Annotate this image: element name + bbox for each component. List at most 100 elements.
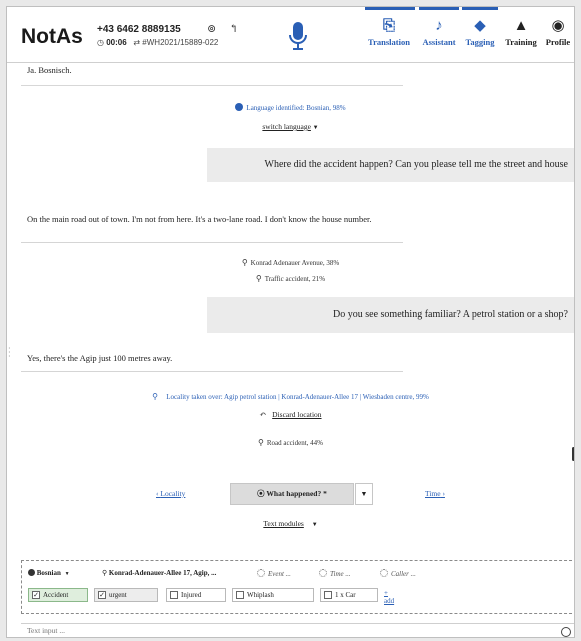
tag-icon: ◆ — [474, 18, 486, 34]
checkbox-icon — [324, 591, 332, 599]
undo-icon: ↶ — [259, 410, 267, 419]
switch-language-link[interactable]: switch language ▼ — [7, 122, 574, 131]
loading-icon — [380, 569, 388, 577]
tab-training[interactable]: ▲ Training — [501, 15, 541, 59]
training-icon: ▲ — [513, 18, 529, 34]
tab-profile-label: Profile — [545, 37, 571, 47]
conversation-panel[interactable]: Ja. Bosnisch. Language identified: Bosni… — [7, 64, 574, 464]
address-value: Konrad-Adenauer-Allee 17, Agip, ... — [108, 569, 217, 577]
translation-icon: ⎘ — [382, 18, 395, 34]
text-input-field[interactable] — [27, 626, 527, 635]
tab-tagging-label: Tagging — [465, 37, 495, 47]
tag-chip-urgent[interactable]: ✓ urgent — [94, 588, 158, 602]
record-icon[interactable]: ⊚ — [207, 23, 216, 35]
transfer-icon: ⇄ — [133, 38, 141, 47]
caller-message-text: On the main road out of town. I'm not fr… — [27, 214, 372, 224]
discard-location-link[interactable]: ↶ Discard location — [7, 410, 574, 419]
language-selector[interactable]: Bosnian ▼ — [28, 569, 70, 577]
checkbox-checked-icon: ✓ — [98, 591, 106, 599]
message-partial: Ja. Bosnisch. — [21, 64, 403, 86]
address-field[interactable]: ⚲ Konrad-Adenauer-Allee 17, Agip, ... — [102, 569, 216, 577]
operator-message-text: Do you see something familiar? A petrol … — [333, 309, 568, 320]
globe-icon — [28, 569, 35, 576]
event-placeholder: Event ... — [268, 570, 291, 578]
top-header: NotAs +43 6462 8889135 ⊚ ↰ ◷ 00:06 ⇄ #WH… — [7, 7, 574, 63]
language-value: Bosnian — [36, 569, 61, 577]
map-pin-icon: ⚲ — [255, 274, 262, 283]
loading-icon — [257, 569, 265, 577]
tag-chip-label: urgent — [109, 591, 127, 599]
operator-message-text: Where did the accident happen? Can you p… — [264, 159, 569, 170]
call-meta: ◷ 00:06 ⇄ #WH2021/15889-022 — [97, 38, 218, 47]
case-id: #WH2021/15889-022 — [142, 38, 219, 47]
caller-message-text: Yes, there's the Agip just 100 metres aw… — [27, 353, 173, 363]
call-controls: ⊚ ↰ — [207, 22, 238, 35]
text-modules-dropdown[interactable]: Text modules ▼ — [7, 519, 574, 528]
caret-down-icon: ▼ — [360, 490, 368, 498]
add-tag-link[interactable]: + add — [384, 589, 394, 605]
text-modules-label: Text modules — [263, 519, 304, 528]
tag-chip-accident[interactable]: ✓ Accident — [28, 588, 88, 602]
assistant-icon: ♪ — [435, 18, 443, 34]
loading-icon — [319, 569, 327, 577]
tag-chip-label: 1 x Car — [335, 591, 356, 599]
step-dropdown-button[interactable]: ▼ — [355, 483, 373, 505]
case-summary-box: Bosnian ▼ ⚲ Konrad-Adenauer-Allee 17, Ag… — [21, 560, 574, 614]
tab-training-label: Training — [505, 37, 537, 47]
discard-location-label: Discard location — [272, 410, 322, 419]
checkbox-icon — [236, 591, 244, 599]
step-navigation: ‹ Locality ⦿ What happened? * ▼ Time › — [7, 483, 574, 505]
profile-icon: ◉ — [551, 18, 565, 34]
scroll-up-icon[interactable]: ▲ — [573, 67, 574, 73]
map-pin-icon: ⚲ — [102, 569, 108, 577]
tab-profile[interactable]: ◉ Profile — [543, 15, 573, 59]
active-tab-indicator-tagging — [462, 7, 498, 10]
suggestion-location[interactable]: ⚲ Konrad Adenauer Avenue, 38% — [7, 258, 574, 267]
return-call-icon[interactable]: ↰ — [229, 23, 238, 35]
caller-field[interactable]: Caller ... — [380, 569, 416, 578]
tab-tagging[interactable]: ◆ Tagging — [461, 15, 499, 59]
next-step-label: Time — [425, 489, 441, 498]
current-step-button[interactable]: ⦿ What happened? * — [230, 483, 354, 505]
event-field[interactable]: Event ... — [257, 569, 291, 578]
microphone-icon[interactable] — [288, 21, 308, 51]
operator-message: Where did the accident happen? Can you p… — [207, 148, 574, 182]
scrollbar-thumb[interactable] — [572, 447, 574, 461]
caller-message: Yes, there's the Agip just 100 metres aw… — [21, 344, 403, 372]
checkbox-icon — [170, 591, 178, 599]
checkbox-checked-icon: ✓ — [32, 591, 40, 599]
time-field[interactable]: Time ... — [319, 569, 351, 578]
current-step-label: What happened? * — [266, 489, 327, 498]
next-step-link[interactable]: Time › — [425, 489, 445, 498]
tab-assistant[interactable]: ♪ Assistant — [417, 15, 461, 59]
microphone-small-icon[interactable] — [561, 627, 571, 637]
previous-step-link[interactable]: ‹ Locality — [156, 489, 185, 498]
tag-chip-injured[interactable]: Injured — [166, 588, 226, 602]
drag-handle-icon[interactable]: · · · — [8, 345, 12, 361]
globe-icon — [235, 103, 244, 111]
app-logo: NotAs — [21, 25, 83, 48]
time-placeholder: Time ... — [330, 570, 351, 578]
tag-chip-car[interactable]: 1 x Car — [320, 588, 378, 602]
tab-translation[interactable]: ⎘ Translation — [362, 15, 416, 59]
clock-icon: ◷ — [97, 38, 104, 47]
tab-translation-label: Translation — [368, 37, 410, 47]
suggestion-event-text: Traffic accident, 21% — [264, 275, 326, 283]
suggestion-event-text: Road accident, 44% — [266, 439, 324, 447]
tag-chip-label: Whiplash — [247, 591, 274, 599]
map-pin-icon: ⚲ — [152, 392, 159, 401]
suggestion-event[interactable]: ⚲ Traffic accident, 21% — [7, 274, 574, 283]
tag-chip-whiplash[interactable]: Whiplash — [232, 588, 314, 602]
map-pin-icon: ⚲ — [241, 258, 248, 267]
tag-chip-label: Injured — [181, 591, 202, 599]
caller-placeholder: Caller ... — [391, 570, 416, 578]
language-identified-text: Language identified: Bosnian, 98% — [246, 104, 346, 112]
caller-message: On the main road out of town. I'm not fr… — [21, 209, 403, 243]
locality-taken-text: Locality taken over: Agip petrol station… — [166, 393, 429, 401]
play-icon: ⦿ — [257, 489, 265, 498]
app-window: NotAs +43 6462 8889135 ⊚ ↰ ◷ 00:06 ⇄ #WH… — [6, 6, 575, 638]
text-input-bar — [21, 623, 574, 637]
call-timer: 00:06 — [106, 38, 127, 47]
summary-fields-row: Bosnian ▼ ⚲ Konrad-Adenauer-Allee 17, Ag… — [26, 569, 566, 581]
suggestion-event[interactable]: ⚲ Road accident, 44% — [7, 438, 574, 447]
